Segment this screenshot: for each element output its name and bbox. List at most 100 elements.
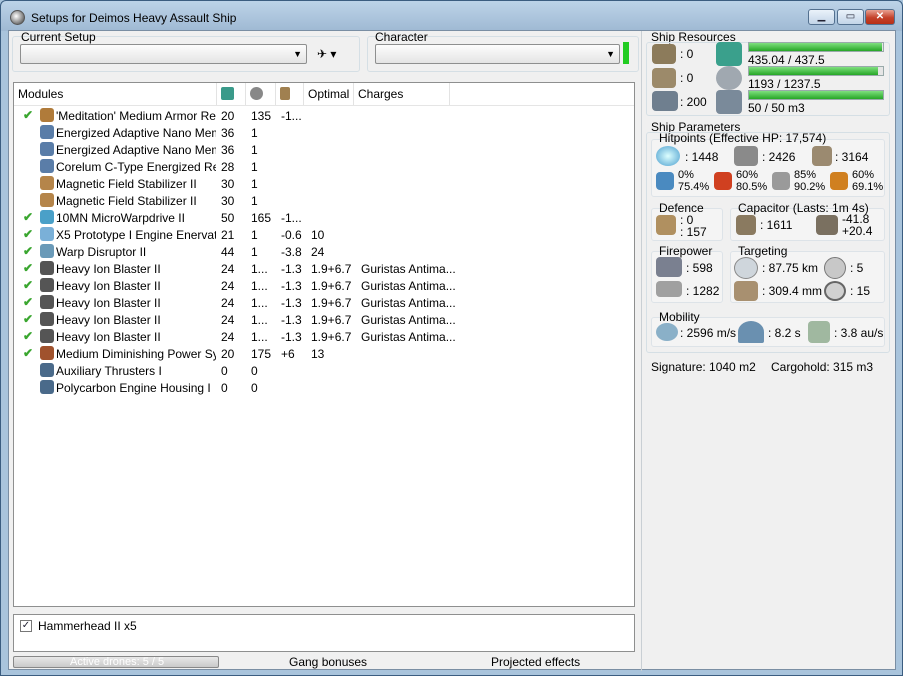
- active-drones-label: Active drones: 5 / 5: [70, 656, 165, 668]
- max-targets-icon: [824, 257, 846, 279]
- module-row[interactable]: Polycarbon Engine Housing I 0 0: [14, 379, 634, 396]
- chevron-down-icon: ▼: [293, 49, 302, 59]
- module-row[interactable]: ✔ 10MN MicroWarpdrive II 50 165 -1...: [14, 209, 634, 226]
- module-charges: Guristas Antima...: [361, 279, 456, 293]
- module-cpu: 21: [221, 228, 235, 242]
- module-icon: [40, 346, 54, 360]
- defence-icon: [656, 215, 676, 235]
- module-row[interactable]: Energized Adaptive Nano Mem... 36 1: [14, 124, 634, 141]
- drone-bay-bar-fill: [749, 91, 883, 99]
- col-modules[interactable]: Modules: [14, 83, 217, 105]
- character-label: Character: [375, 30, 428, 44]
- align-time-icon: [738, 321, 764, 343]
- module-name: Medium Diminishing Power Sys...: [56, 347, 216, 361]
- firepower-title: Firepower: [659, 244, 713, 258]
- setup-select[interactable]: ▼: [20, 44, 307, 64]
- module-row[interactable]: Energized Adaptive Nano Mem... 36 1: [14, 141, 634, 158]
- character-select[interactable]: ▼: [375, 44, 620, 64]
- cpu-icon: [716, 42, 742, 66]
- module-row[interactable]: ✔ X5 Prototype I Engine Enervator 21 1 -0.6 1…: [14, 226, 634, 243]
- module-pg: 165: [251, 211, 272, 225]
- cpu-icon: [221, 87, 234, 100]
- capacitor-icon: [736, 215, 756, 235]
- module-cap: +6: [281, 347, 295, 361]
- close-button[interactable]: ✕: [865, 9, 895, 25]
- col-optimal[interactable]: Optimal: [304, 83, 354, 105]
- module-icon: [40, 176, 54, 190]
- module-row[interactable]: ✔ Medium Diminishing Power Sys... 20 175 +6 1…: [14, 345, 634, 362]
- module-row[interactable]: Corelum C-Type Energized Rea... 28 1: [14, 158, 634, 175]
- module-cap: -1...: [281, 109, 302, 123]
- online-check-icon: ✔: [23, 312, 34, 326]
- online-check-icon: ✔: [23, 329, 34, 343]
- module-icon: [40, 278, 54, 292]
- mobility-align: : 8.2 s: [768, 326, 801, 340]
- minimize-button[interactable]: ▁: [808, 9, 835, 25]
- module-cpu: 0: [221, 364, 228, 378]
- cpu-bar-fill: [749, 43, 883, 51]
- module-pg: 1: [251, 228, 258, 242]
- online-check-icon: ✔: [23, 210, 34, 224]
- module-name: Heavy Ion Blaster II: [56, 262, 161, 276]
- thermal-resist-shield: 60%: [736, 169, 759, 181]
- explosive-resist-icon: [830, 172, 848, 190]
- module-name: Heavy Ion Blaster II: [56, 296, 161, 310]
- sensor-strength-icon: [824, 281, 846, 301]
- drones-panel: ✓ Hammerhead II x5: [13, 614, 635, 652]
- module-row[interactable]: Magnetic Field Stabilizer II 30 1: [14, 175, 634, 192]
- module-icon: [40, 363, 54, 377]
- drone-checkbox[interactable]: ✓: [20, 620, 32, 632]
- module-row[interactable]: ✔ Heavy Ion Blaster II 24 1... -1.3 1.9+6.7 Gu…: [14, 277, 634, 294]
- module-row[interactable]: ✔ 'Meditation' Medium Armor Rep... 20 135 -1…: [14, 107, 634, 124]
- module-row[interactable]: ✔ Warp Disruptor II 44 1 -3.8 24: [14, 243, 634, 260]
- col-cpu[interactable]: [217, 83, 246, 105]
- right-panel: Ship Resources : 0 : 0 : 200 435.04 / 43…: [641, 30, 896, 671]
- drone-bay-value: 50 / 50 m3: [748, 101, 805, 115]
- cpu-bar: [748, 42, 884, 52]
- client-area: Current Setup ▼ ✈ ▾ Character ▼ Modules …: [8, 30, 896, 671]
- module-cap: -3.8: [281, 245, 302, 259]
- title-bar[interactable]: Setups for Deimos Heavy Assault Ship ▁ ▭…: [1, 1, 902, 31]
- online-check-icon: ✔: [23, 346, 34, 360]
- drone-item[interactable]: Hammerhead II x5: [38, 619, 137, 633]
- module-cpu: 44: [221, 245, 235, 259]
- module-pg: 1: [251, 177, 258, 191]
- module-row[interactable]: ✔ Heavy Ion Blaster II 24 1... -1.3 1.9+6.7 Gu…: [14, 311, 634, 328]
- module-row[interactable]: ✔ Heavy Ion Blaster II 24 1... -1.3 1.9+6.7 Gu…: [14, 294, 634, 311]
- module-charges: Guristas Antima...: [361, 313, 456, 327]
- module-row[interactable]: ✔ Heavy Ion Blaster II 24 1... -1.3 1.9+6.7 Gu…: [14, 260, 634, 277]
- col-powergrid[interactable]: [246, 83, 276, 105]
- projected-effects-button[interactable]: Projected effects: [491, 655, 580, 669]
- mobility-warp: : 3.8 au/s: [834, 326, 884, 340]
- module-optimal: 10: [311, 228, 325, 242]
- module-name: 'Meditation' Medium Armor Rep...: [56, 109, 216, 123]
- em-resist-icon: [656, 172, 674, 190]
- module-name: Heavy Ion Blaster II: [56, 330, 161, 344]
- gang-bonuses-button[interactable]: Gang bonuses: [289, 655, 367, 669]
- module-cpu: 30: [221, 194, 235, 208]
- cpu-value: 435.04 / 437.5: [748, 53, 825, 67]
- module-optimal: 1.9+6.7: [311, 296, 352, 310]
- module-row[interactable]: Magnetic Field Stabilizer II 30 1: [14, 192, 634, 209]
- module-name: Heavy Ion Blaster II: [56, 279, 161, 293]
- module-pg: 1: [251, 245, 258, 259]
- drone-bay-icon: [716, 90, 742, 114]
- online-check-icon: ✔: [23, 227, 34, 241]
- module-icon: [40, 193, 54, 207]
- col-charges[interactable]: Charges: [354, 83, 450, 105]
- module-cap: -1.3: [281, 262, 302, 276]
- module-optimal: 24: [311, 245, 325, 259]
- capacitor-icon: [280, 87, 290, 100]
- module-icon: [40, 159, 54, 173]
- col-capacitor[interactable]: [276, 83, 304, 105]
- ship-menu-button[interactable]: ✈ ▾: [317, 47, 336, 61]
- module-name: X5 Prototype I Engine Enervator: [56, 228, 216, 242]
- module-row[interactable]: ✔ Heavy Ion Blaster II 24 1... -1.3 1.9+6.7 Gu…: [14, 328, 634, 345]
- maximize-button[interactable]: ▭: [837, 9, 864, 25]
- module-row[interactable]: Auxiliary Thrusters I 0 0: [14, 362, 634, 379]
- setup-label: Current Setup: [21, 30, 96, 44]
- explosive-resist-shield: 60%: [852, 169, 875, 181]
- active-drones-bar: Active drones: 5 / 5: [13, 656, 219, 668]
- shield-icon: [656, 146, 680, 166]
- modules-panel[interactable]: Modules Optimal Charges ✔ 'Meditation' Me…: [13, 82, 635, 607]
